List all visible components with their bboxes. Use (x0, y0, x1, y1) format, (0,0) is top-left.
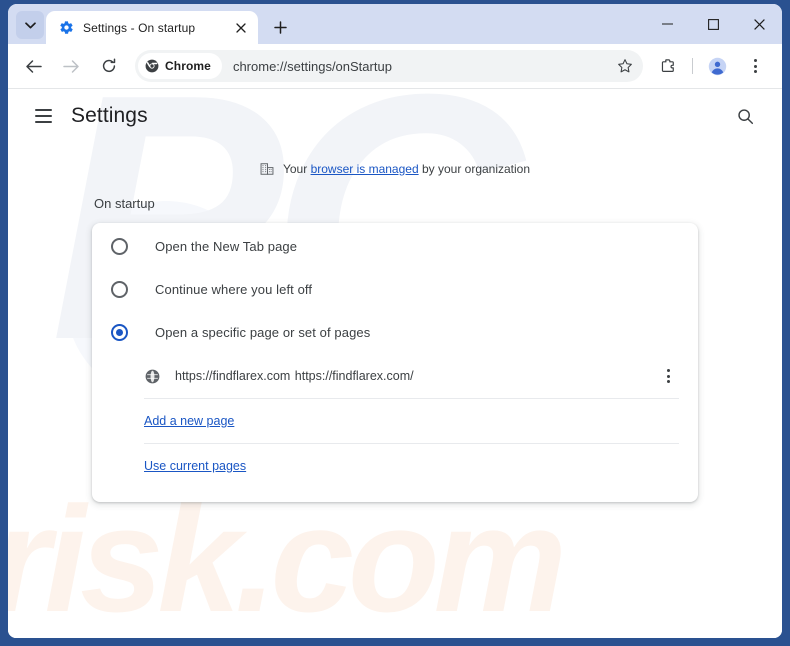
extensions-puzzle-icon (660, 58, 677, 75)
extensions-button[interactable] (652, 50, 684, 82)
settings-header: Settings (8, 89, 782, 143)
add-new-page-row[interactable]: Add a new page (92, 399, 698, 443)
settings-content: Settings Your browser is managed by your… (8, 89, 782, 502)
radio-option-new-tab[interactable]: Open the New Tab page (92, 225, 698, 268)
minimize-button[interactable] (644, 7, 690, 41)
search-icon (737, 108, 754, 125)
radio-label: Open a specific page or set of pages (155, 325, 371, 340)
watermark-text: risk.com (8, 475, 567, 638)
chrome-logo-icon (145, 59, 159, 73)
back-button[interactable] (17, 50, 49, 82)
radio-button[interactable] (111, 324, 128, 341)
settings-search-button[interactable] (728, 99, 762, 133)
managed-banner-text: Your browser is managed by your organiza… (283, 162, 530, 176)
reload-button[interactable] (93, 50, 125, 82)
page-title: Settings (71, 104, 148, 127)
section-heading: On startup (94, 196, 155, 211)
hamburger-menu-icon[interactable] (26, 99, 60, 133)
radio-button[interactable] (111, 281, 128, 298)
tab-title: Settings - On startup (83, 20, 196, 35)
chrome-origin-chip[interactable]: Chrome (138, 53, 222, 79)
radio-button[interactable] (111, 238, 128, 255)
radio-option-continue[interactable]: Continue where you left off (92, 268, 698, 311)
browser-window: Settings - On startup Chrome chrome://se… (8, 4, 782, 638)
startup-page-text: https://findflarex.com https://findflare… (175, 367, 654, 385)
url-text[interactable]: chrome://settings/onStartup (233, 59, 611, 74)
on-startup-card: Open the New Tab page Continue where you… (92, 223, 698, 502)
startup-page-url: https://findflarex.com/ (294, 369, 414, 383)
managed-prefix: Your (282, 162, 311, 176)
radio-option-specific-pages[interactable]: Open a specific page or set of pages (92, 311, 698, 354)
toolbar-divider (692, 58, 693, 74)
chrome-chip-label: Chrome (165, 59, 211, 73)
add-new-page-link[interactable]: Add a new page (144, 414, 234, 428)
tab-close-button[interactable] (232, 19, 250, 37)
forward-button[interactable] (55, 50, 87, 82)
tab-strip: Settings - On startup (8, 4, 782, 44)
managed-browser-banner: Your browser is managed by your organiza… (8, 162, 782, 176)
tab-settings[interactable]: Settings - On startup (46, 11, 258, 44)
star-icon (617, 58, 633, 74)
account-avatar-icon (708, 57, 727, 76)
tab-search-button[interactable] (16, 11, 44, 39)
globe-icon (144, 368, 160, 384)
bookmark-star-button[interactable] (611, 52, 639, 80)
radio-label: Continue where you left off (155, 282, 313, 297)
plus-icon (273, 20, 287, 34)
window-controls (644, 4, 782, 44)
close-button[interactable] (736, 7, 782, 41)
managed-link[interactable]: browser is managed (311, 162, 419, 176)
startup-page-menu-button[interactable] (654, 362, 682, 390)
browser-menu-button[interactable] (739, 50, 771, 82)
new-tab-button[interactable] (266, 13, 294, 41)
use-current-pages-row[interactable]: Use current pages (92, 444, 698, 488)
settings-page: PC risk.com Settings (8, 89, 782, 638)
three-dot-menu-icon (741, 59, 769, 73)
startup-page-title: https://findflarex.com (175, 369, 291, 383)
gear-icon (58, 20, 74, 36)
reload-icon (101, 58, 117, 74)
startup-page-row: https://findflarex.com https://findflare… (92, 354, 698, 398)
browser-toolbar: Chrome chrome://settings/onStartup (8, 44, 782, 89)
chevron-down-icon (24, 21, 36, 29)
address-bar[interactable]: Chrome chrome://settings/onStartup (135, 50, 643, 82)
arrow-right-icon (62, 59, 80, 74)
profile-button[interactable] (701, 50, 733, 82)
use-current-pages-link[interactable]: Use current pages (144, 459, 246, 473)
domain-building-icon (260, 162, 274, 176)
radio-label: Open the New Tab page (155, 239, 298, 254)
managed-suffix: by your organization (418, 162, 531, 176)
arrow-left-icon (25, 59, 42, 74)
browser-window-frame: Settings - On startup Chrome chrome://se… (0, 0, 790, 646)
maximize-button[interactable] (690, 7, 736, 41)
